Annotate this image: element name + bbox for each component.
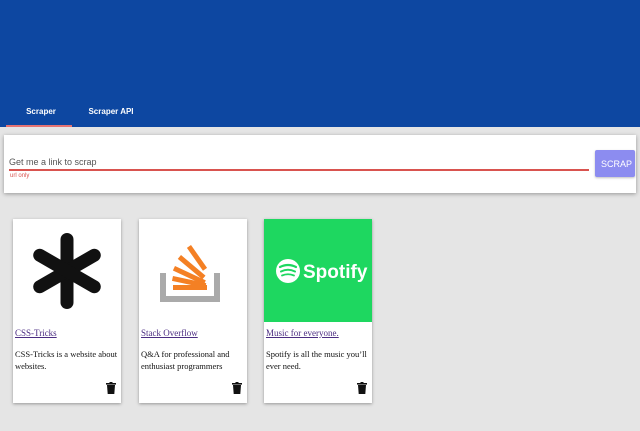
card-link[interactable]: Music for everyone.	[266, 328, 339, 338]
result-card-css-tricks: CSS-Tricks CSS-Tricks is a website about…	[13, 219, 121, 403]
card-description: CSS-Tricks is a website about websites.	[15, 349, 118, 371]
card-link[interactable]: CSS-Tricks	[15, 328, 57, 338]
stackoverflow-logo-icon	[160, 244, 220, 302]
spotify-logo-text: Spotify	[303, 262, 368, 283]
delete-icon[interactable]	[357, 382, 367, 394]
url-hint: url only	[10, 173, 30, 179]
delete-icon[interactable]	[232, 382, 242, 394]
card-description: Spotify is all the music you’ll ever nee…	[266, 349, 367, 371]
tab-scraper-api[interactable]: Scraper API	[80, 100, 142, 127]
tab-scraper[interactable]: Scraper	[10, 100, 72, 127]
card-image	[13, 219, 121, 322]
card-image	[139, 219, 247, 322]
card-image: Spotify	[264, 219, 372, 322]
delete-icon[interactable]	[106, 382, 116, 394]
result-card-stack-overflow: Stack Overflow Q&A for professional and …	[139, 219, 247, 403]
url-input[interactable]	[9, 154, 589, 171]
asterisk-logo-icon	[33, 233, 101, 309]
app-header: Scraper Scraper API	[0, 0, 640, 127]
scrap-button[interactable]: SCRAP	[595, 150, 635, 177]
card-link[interactable]: Stack Overflow	[141, 328, 198, 338]
result-card-spotify: Spotify Music for everyone. Spotify is a…	[264, 219, 372, 403]
card-description: Q&A for professional and enthusiast prog…	[141, 349, 230, 371]
spotify-logo-icon: Spotify	[276, 259, 368, 283]
active-tab-indicator	[6, 125, 72, 127]
search-panel: url only SCRAP	[4, 135, 636, 193]
